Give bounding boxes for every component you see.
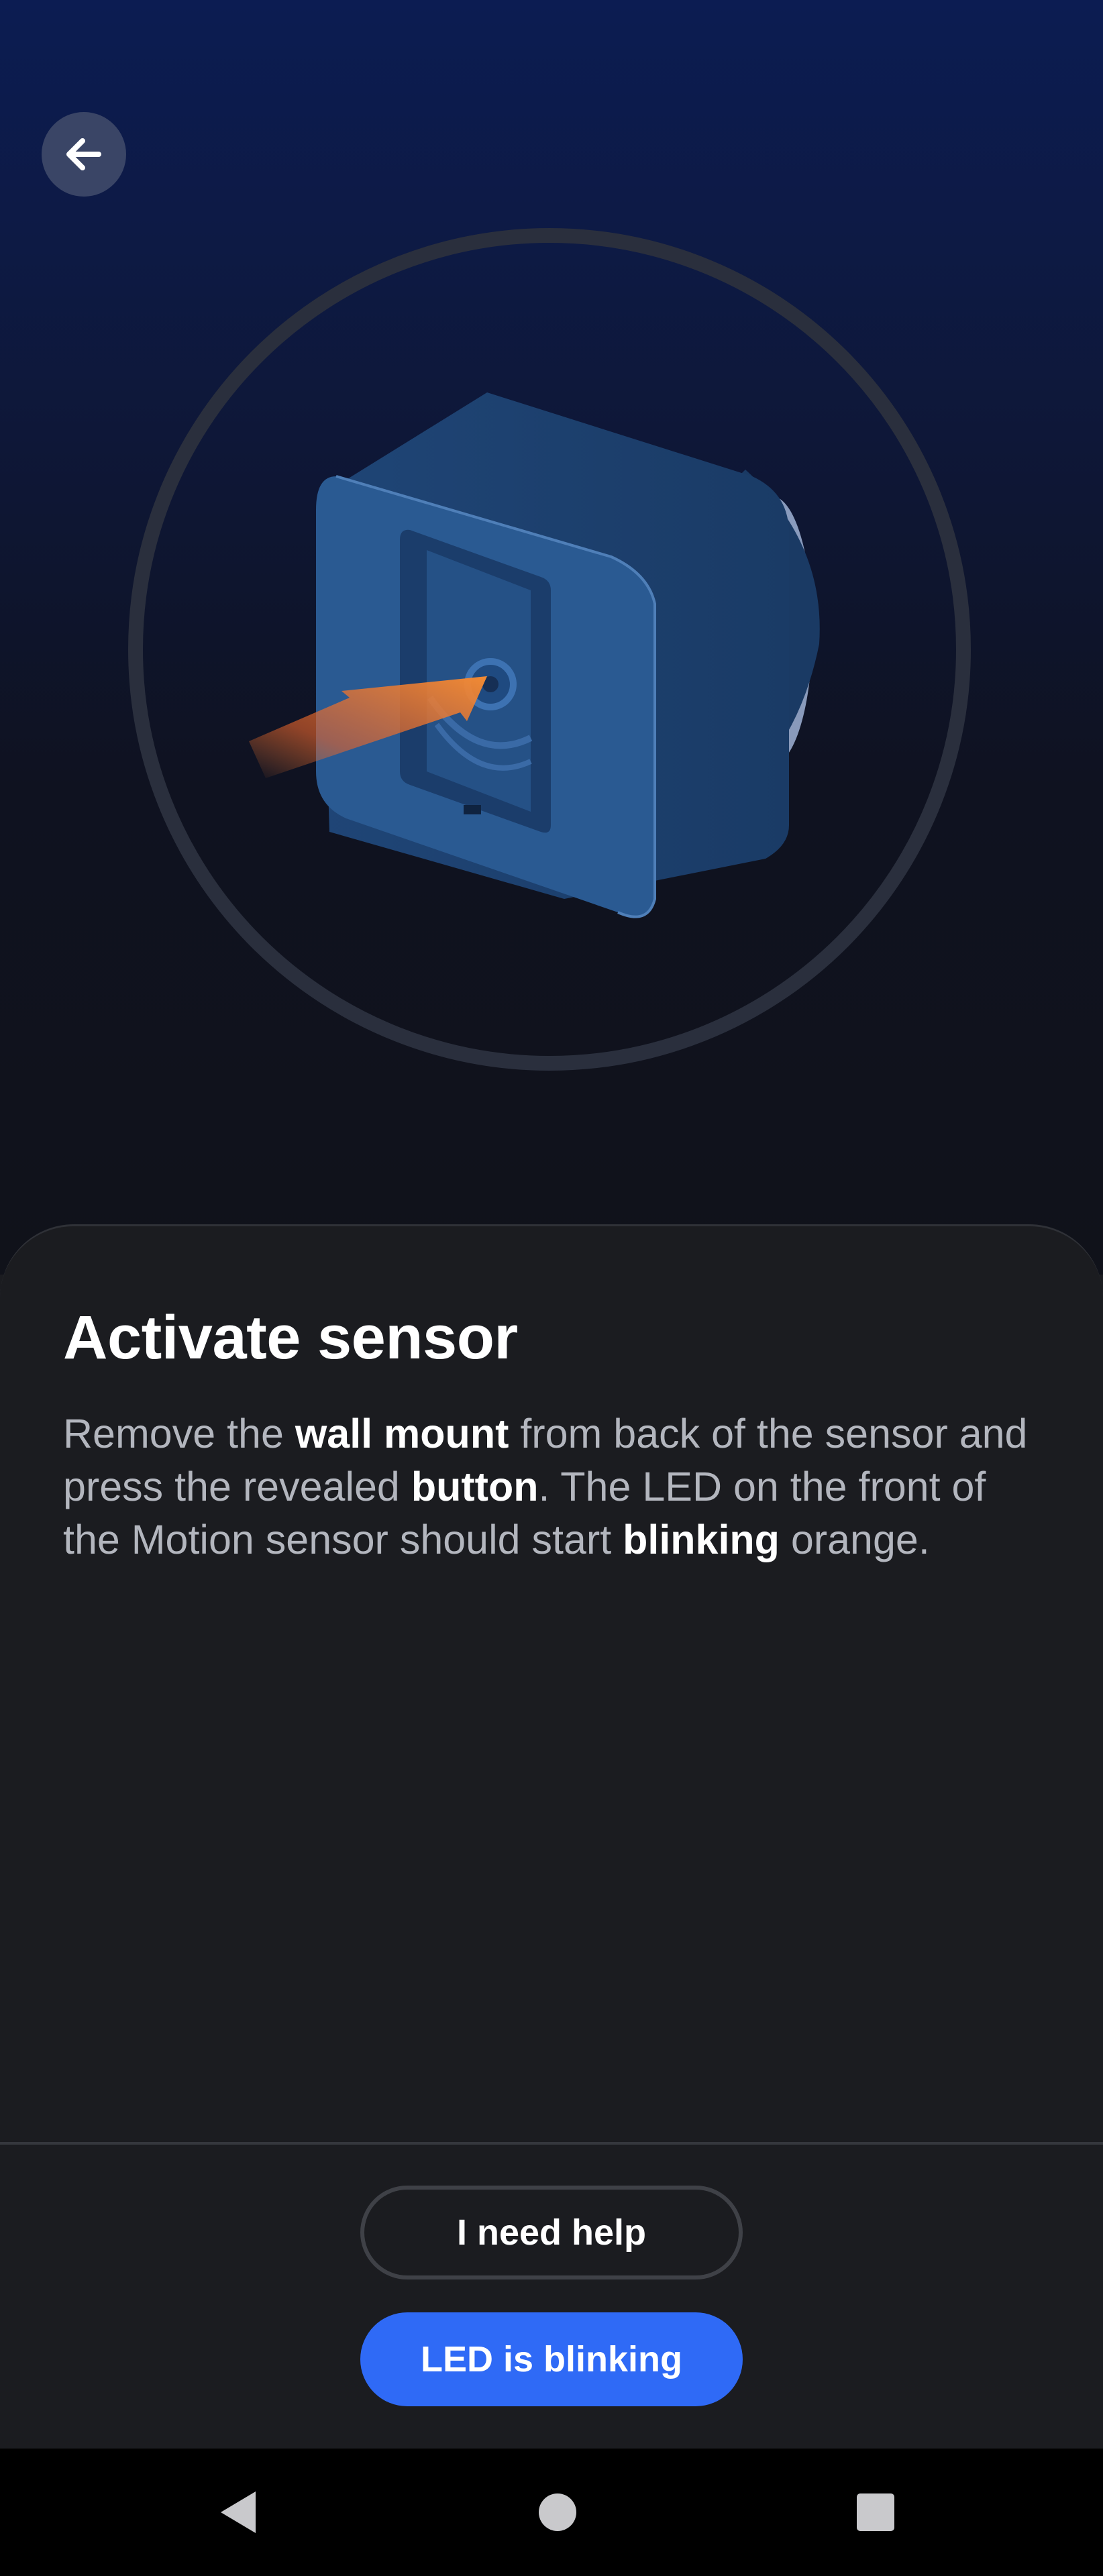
triangle-back-icon (221, 2491, 256, 2533)
page-title: Activate sensor (63, 1303, 518, 1372)
emphasis-button: button (411, 1464, 539, 1509)
back-button[interactable] (42, 112, 126, 197)
system-back-button[interactable] (201, 2449, 275, 2576)
system-home-button[interactable] (521, 2449, 594, 2576)
circle-home-icon (539, 2493, 576, 2531)
instructions-text: Remove the wall mount from back of the s… (63, 1411, 1028, 1562)
led-blinking-button[interactable]: LED is blinking (360, 2312, 743, 2406)
sensor-button-illustration (249, 392, 820, 918)
square-recents-icon (857, 2493, 894, 2531)
arrow-left-icon (66, 138, 101, 170)
footer-divider (0, 2142, 1103, 2145)
emphasis-blinking: blinking (623, 1517, 780, 1562)
emphasis-wall-mount: wall mount (295, 1411, 509, 1456)
system-recents-button[interactable] (839, 2449, 912, 2576)
need-help-button[interactable]: I need help (360, 2186, 743, 2279)
system-navigation-bar (0, 2449, 1103, 2576)
